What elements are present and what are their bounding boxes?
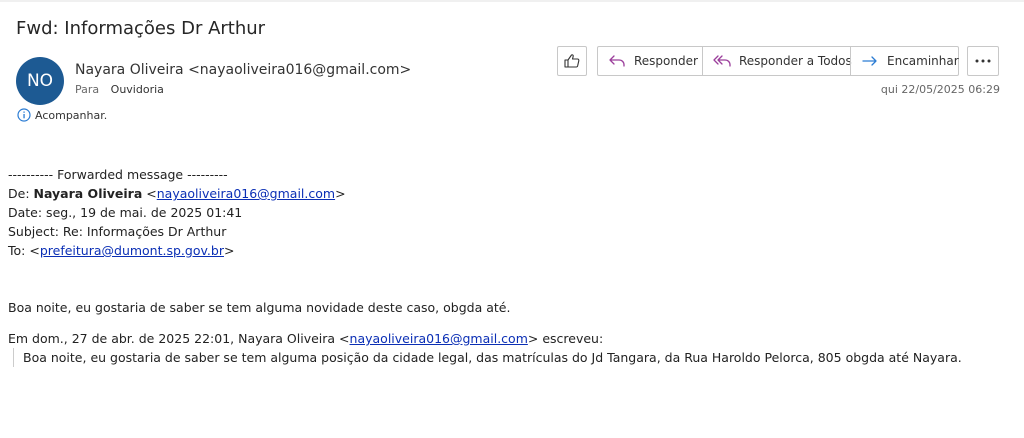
to-label: Para: [75, 83, 100, 96]
forward-arrow-icon: [862, 56, 877, 66]
forwarded-to: To: <prefeitura@dumont.sp.gov.br>: [8, 243, 235, 258]
reply-all-icon: [713, 55, 731, 67]
quoted-message: Boa noite, eu gostaria de saber se tem a…: [13, 348, 962, 367]
forwarded-date: Date: seg., 19 de mai. de 2025 01:41: [8, 205, 243, 220]
forwarded-from-name: Nayara Oliveira: [33, 186, 143, 201]
forwarded-from-email-link[interactable]: nayaoliveira016@gmail.com: [157, 186, 335, 201]
reply-all-label: Responder a Todos: [739, 54, 852, 68]
forward-button[interactable]: Encaminhar: [850, 47, 960, 75]
forwarded-from: De: Nayara Oliveira <nayaoliveira016@gma…: [8, 186, 346, 201]
like-button[interactable]: [557, 46, 587, 76]
reply-button[interactable]: Responder: [598, 47, 702, 75]
message-body: ---------- Forwarded message --------- D…: [8, 165, 962, 367]
more-actions-button[interactable]: [967, 46, 999, 76]
received-timestamp: qui 22/05/2025 06:29: [880, 83, 1000, 96]
recipient-line: Para Ouvidoria: [75, 83, 164, 96]
forward-label: Encaminhar: [887, 54, 959, 68]
reply-actions-group: Responder Responder a Todos Encaminhar: [597, 46, 959, 76]
follow-up-label: Acompanhar.: [35, 108, 108, 122]
quote-email-link[interactable]: nayaoliveira016@gmail.com: [350, 331, 528, 346]
email-subject: Fwd: Informações Dr Arthur: [16, 18, 266, 39]
reply-icon: [609, 55, 625, 67]
info-icon: [17, 108, 31, 122]
quote-intro: Em dom., 27 de abr. de 2025 22:01, Nayar…: [8, 331, 604, 346]
thumbs-up-icon: [564, 54, 580, 68]
sender-name[interactable]: Nayara Oliveira <nayaoliveira016@gmail.c…: [75, 62, 411, 78]
follow-up-flag[interactable]: Acompanhar.: [17, 108, 107, 122]
recipient-name[interactable]: Ouvidoria: [111, 83, 164, 96]
top-divider: [0, 0, 1024, 2]
forwarded-subject: Subject: Re: Informações Dr Arthur: [8, 224, 227, 239]
avatar[interactable]: NO: [16, 57, 64, 105]
forwarded-to-email-link[interactable]: prefeitura@dumont.sp.gov.br: [40, 243, 224, 258]
reply-all-button[interactable]: Responder a Todos: [702, 47, 852, 75]
more-options-icon: [975, 59, 991, 63]
message-text: Boa noite, eu gostaria de saber se tem a…: [8, 300, 511, 315]
forwarded-header: ---------- Forwarded message ---------: [8, 167, 228, 182]
reply-label: Responder: [634, 54, 698, 68]
